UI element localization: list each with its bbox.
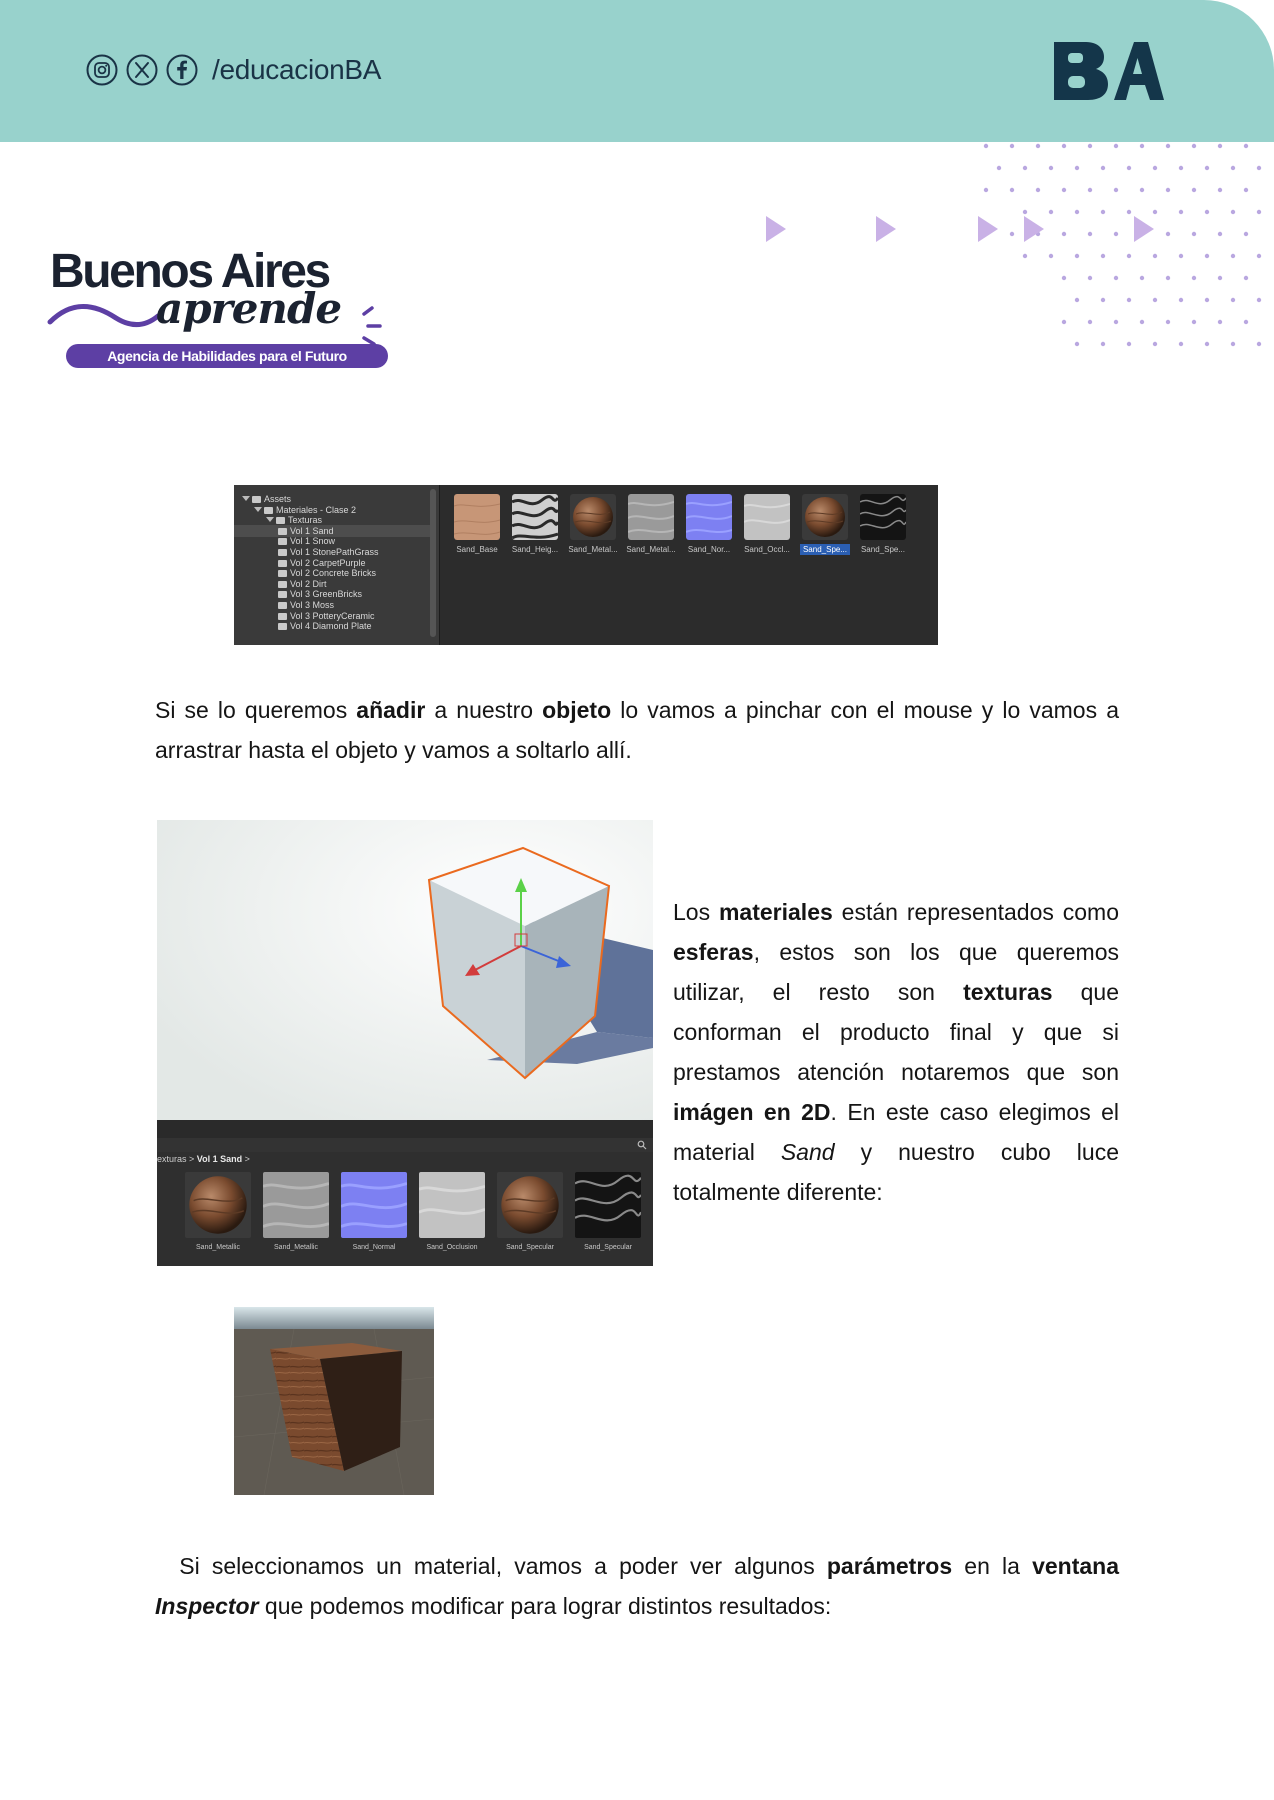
texture-thumbnail: [419, 1172, 485, 1238]
asset-tile[interactable]: Sand_Spe...: [858, 494, 908, 555]
asset-tile[interactable]: Sand_Metallic: [261, 1172, 331, 1251]
texture-thumbnail: [744, 494, 790, 540]
asset-label: Sand_Heig...: [511, 545, 559, 554]
material-sphere-thumbnail: [802, 494, 848, 540]
tree-item-label: Vol 3 GreenBricks: [290, 589, 363, 600]
asset-tile[interactable]: Sand_Spe...: [800, 494, 850, 555]
scene-divider: [157, 1120, 653, 1138]
arrow-decoration: [766, 216, 1154, 242]
tree-item-label: Materiales - Clase 2: [276, 504, 357, 515]
asset-label: Sand_Metallic: [196, 1244, 240, 1251]
texture-thumbnail: [512, 494, 558, 540]
material-sphere-thumbnail: [570, 494, 616, 540]
asset-tile[interactable]: Sand_Specular: [573, 1172, 643, 1251]
ba-logo: BA: [1054, 42, 1164, 100]
expand-arrow-icon[interactable]: [254, 506, 262, 512]
texture-thumbnail: [341, 1172, 407, 1238]
asset-tile[interactable]: Sand_Nor...: [684, 494, 734, 555]
asset-label: Sand_Specular: [584, 1244, 632, 1251]
folder-icon: [278, 527, 287, 535]
asset-tile[interactable]: Sand_Metal...: [568, 494, 618, 555]
asset-label: Sand_Occl...: [744, 545, 790, 554]
folder-icon: [276, 517, 285, 525]
tree-item-label: Vol 2 Concrete Bricks: [290, 568, 377, 579]
asset-tile[interactable]: Sand_Specular: [495, 1172, 565, 1251]
texture-thumbnail: [686, 494, 732, 540]
asset-tile[interactable]: Sand_Metallic: [183, 1172, 253, 1251]
asset-label: Sand_Metal...: [568, 545, 618, 554]
folder-icon: [252, 496, 261, 503]
asset-tile[interactable]: Sand_Occlusion: [417, 1172, 487, 1251]
buenos-aires-aprende-logo: Buenos Aires aprende Agencia de Habilida…: [46, 244, 388, 372]
texture-thumbnail: [263, 1172, 329, 1238]
panel-toolbar: [157, 1138, 653, 1152]
tree-item-label: Vol 4 Diamond Plate: [290, 621, 372, 632]
x-icon[interactable]: [126, 54, 158, 86]
page-header: /educacionBA BA: [0, 0, 1274, 142]
tree-item[interactable]: Vol 4 Diamond Plate: [234, 620, 430, 632]
asset-tile[interactable]: Sand_Metal...: [626, 494, 676, 555]
folder-icon: [278, 538, 287, 546]
facebook-icon[interactable]: [166, 54, 198, 86]
folder-icon: [278, 580, 287, 588]
tree-item-label: Vol 1 Snow: [290, 536, 336, 547]
brand-tagline: Agencia de Habilidades para el Futuro: [66, 344, 388, 368]
textured-cube-screenshot: [234, 1307, 434, 1495]
asset-tile[interactable]: Sand_Heig...: [510, 494, 560, 555]
asset-tile[interactable]: Sand_Normal: [339, 1172, 409, 1251]
folder-icon: [278, 570, 287, 578]
asset-label: Sand_Spe...: [860, 545, 906, 554]
asset-label: Sand_Nor...: [687, 545, 731, 554]
asset-label: Sand_Metal...: [626, 545, 676, 554]
dot-pattern: [983, 143, 1262, 347]
folder-icon: [278, 591, 287, 599]
asset-label: Sand_Metallic: [274, 1244, 318, 1251]
breadcrumb: exturas > Vol 1 Sand >: [157, 1154, 250, 1164]
asset-tile[interactable]: Sand_Base: [452, 494, 502, 555]
texture-thumbnail: [860, 494, 906, 540]
instagram-icon[interactable]: [86, 54, 118, 86]
texture-thumbnail: [628, 494, 674, 540]
asset-label: Sand_Specular: [506, 1244, 554, 1251]
tree-item-label: Vol 2 Dirt: [290, 578, 327, 589]
project-browser-screenshot: Assets Materiales - Clase 2 Texturas Vol 1 …: [234, 485, 938, 645]
tree-item-label: Assets: [264, 494, 292, 504]
asset-label: Sand_Occlusion: [426, 1244, 478, 1251]
folder-icon: [278, 559, 287, 567]
folder-icon: [264, 506, 273, 514]
social-handle[interactable]: /educacionBA: [212, 54, 381, 86]
folder-icon: [278, 602, 287, 609]
paragraph-drag-material: Si se lo queremos añadir a nuestro objet…: [155, 697, 1119, 763]
asset-label: Sand_Base: [456, 545, 498, 554]
expand-arrow-icon[interactable]: [266, 517, 274, 523]
tree-item-label: Vol 2 CarpetPurple: [290, 557, 366, 568]
folder-icon: [278, 623, 287, 631]
texture-thumbnail: [575, 1172, 641, 1238]
paragraph-inspector: Si seleccionamos un material, vamos a po…: [155, 1553, 1120, 1619]
social-links: /educacionBA: [86, 54, 381, 86]
scene-cube-gizmo: [157, 820, 653, 1120]
folder-icon: [278, 612, 287, 620]
material-sphere-thumbnail: [497, 1172, 563, 1238]
tree-item-label: Vol 3 PotteryCeramic: [290, 610, 375, 621]
paragraph-materials: Los materiales están representados como …: [673, 899, 1120, 1205]
tree-item-label: Texturas: [288, 515, 323, 526]
tree-item-label: Vol 3 Moss: [290, 600, 335, 610]
tree-item-label: Vol 1 StonePathGrass: [290, 547, 379, 557]
asset-label: Sand_Normal: [352, 1244, 396, 1251]
material-sphere-thumbnail: [185, 1172, 251, 1238]
texture-thumbnail: [454, 494, 500, 540]
asset-tile[interactable]: Sand_Occl...: [742, 494, 792, 555]
brand-script: aprende: [156, 284, 342, 333]
tree-scrollbar: [430, 489, 436, 637]
folder-icon: [278, 549, 287, 556]
scene-view-screenshot: exturas > Vol 1 Sand > Sand_Metallic Sand…: [157, 820, 653, 1266]
search-icon[interactable]: [637, 1140, 647, 1150]
asset-label: Sand_Spe...: [800, 544, 850, 555]
tree-item-label: Vol 1 Sand: [290, 525, 334, 536]
folder-tree: Assets Materiales - Clase 2 Texturas Vol 1 …: [234, 485, 440, 645]
expand-arrow-icon[interactable]: [242, 496, 250, 501]
